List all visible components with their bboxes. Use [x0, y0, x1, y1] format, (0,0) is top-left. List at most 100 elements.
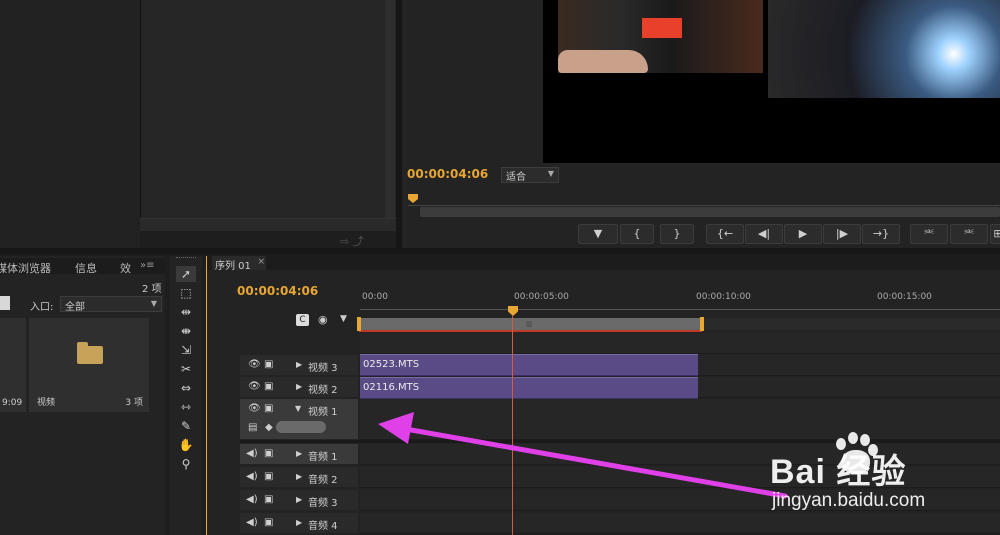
tab-sequence-01[interactable]: 序列 01 × [212, 256, 266, 272]
expand-triangle-icon[interactable]: ▶ [296, 472, 302, 481]
tab-effects[interactable]: 效 [120, 260, 131, 276]
expand-triangle-icon[interactable]: ▶ [296, 518, 302, 527]
search-box[interactable] [0, 296, 10, 310]
track-row-empty[interactable] [360, 333, 1000, 354]
eye-icon[interactable]: 👁 [248, 381, 261, 392]
program-timecode[interactable]: 00:00:04:06 [407, 167, 488, 181]
track-header-video-1[interactable]: 👁 ▣ ▼ 视频 1 ▤ ◆ [240, 399, 358, 439]
speaker-icon[interactable]: ◀) [246, 517, 258, 528]
sequence-timecode[interactable]: 00:00:04:06 [237, 284, 318, 298]
clip-video-2[interactable]: 02116.MTS [360, 377, 698, 399]
sync-lock-icon[interactable]: ▣ [264, 517, 273, 528]
video-frame [543, 0, 1000, 163]
ripple-edit-tool-icon[interactable]: ⇹ [176, 304, 196, 320]
work-area-remaining [704, 318, 1000, 330]
tools-grip[interactable] [176, 257, 196, 262]
slip-tool-icon[interactable]: ⇔ [176, 380, 196, 396]
eye-icon[interactable]: 👁 [248, 359, 261, 370]
close-icon[interactable]: × [257, 257, 265, 267]
export-frame-button[interactable]: ⊞ [990, 224, 1000, 244]
tile-count: 3 项 [125, 398, 143, 408]
step-forward-button[interactable]: |▶ [823, 224, 861, 244]
program-mini-timeline[interactable] [408, 192, 1000, 206]
snap-icon[interactable]: C [296, 314, 309, 326]
mark-in-button[interactable]: { [620, 224, 654, 244]
panel-divider-vertical[interactable] [396, 0, 402, 248]
add-marker-button[interactable]: ▼ [578, 224, 618, 244]
ruler-label-2: 00:00:10:00 [696, 292, 751, 302]
track-name: 音频 3 [308, 498, 338, 509]
dashboard-image [558, 0, 763, 73]
tab-info[interactable]: 信息 [75, 260, 97, 276]
fit-dropdown-label: 适合 [506, 172, 526, 183]
watermark-brand: Bai 经验 [770, 453, 907, 491]
track-select-tool-icon[interactable]: ⬚ [176, 285, 196, 301]
expand-triangle-icon[interactable]: ▶ [296, 495, 302, 504]
chevron-down-icon: ▼ [150, 299, 157, 308]
pen-tool-icon[interactable]: ✎ [176, 418, 196, 434]
track-header-audio-4[interactable]: ◀) ▣ ▶ 音频 4 [240, 513, 358, 533]
hand-tool-icon[interactable]: ✋ [176, 437, 196, 453]
tab-media-browser[interactable]: 媒体浏览器 [0, 260, 51, 276]
track-header-video-3[interactable]: 👁 ▣ ▶ 视频 3 [240, 355, 358, 375]
lift-button[interactable]: ⎃ [910, 224, 948, 244]
expand-triangle-icon[interactable]: ▶ [296, 449, 302, 458]
collapse-triangle-icon[interactable]: ▼ [295, 404, 301, 413]
track-row-audio-4[interactable] [360, 513, 1000, 534]
rolling-edit-tool-icon[interactable]: ⇼ [176, 323, 196, 339]
sync-lock-icon[interactable]: ▣ [264, 403, 273, 414]
watermark-url: jingyan.baidu.com [772, 490, 926, 511]
razor-tool-icon[interactable]: ✂ [176, 361, 196, 377]
sync-lock-icon[interactable]: ▣ [264, 359, 273, 370]
panel-divider[interactable] [0, 248, 1000, 254]
entry-dropdown[interactable]: 全部 ▼ [60, 296, 162, 313]
speaker-icon[interactable]: ◀) [246, 494, 258, 505]
work-area-start-handle[interactable] [357, 317, 361, 331]
project-item-tile[interactable]: 9:09 [0, 318, 26, 412]
panel-footer [140, 218, 396, 231]
play-button[interactable]: ▶ [784, 224, 822, 244]
zoom-tool-icon[interactable]: ⚲ [176, 456, 196, 472]
track-header-video-2[interactable]: 👁 ▣ ▶ 视频 2 [240, 377, 358, 397]
go-to-in-button[interactable]: {← [706, 224, 744, 244]
expand-triangle-icon[interactable]: ▶ [296, 382, 302, 391]
item-count: 2 项 [142, 284, 162, 295]
add-marker-icon[interactable]: ▼ [340, 314, 347, 324]
eye-icon[interactable]: 👁 [248, 403, 261, 414]
sync-lock-icon[interactable]: ▣ [264, 448, 273, 459]
rate-stretch-tool-icon[interactable]: ⇲ [176, 342, 196, 358]
tile-name: 视频 [37, 398, 56, 408]
chevron-down-icon: ▼ [547, 169, 554, 178]
keyframe-navigator[interactable] [276, 421, 326, 433]
sync-lock-icon[interactable]: ▣ [264, 381, 273, 392]
set-encore-marker-icon[interactable]: ◉ [318, 313, 328, 326]
fit-dropdown[interactable]: 适合 ▼ [501, 167, 559, 183]
source-panel [0, 0, 140, 248]
slide-tool-icon[interactable]: ⇿ [176, 399, 196, 415]
track-name: 视频 2 [308, 385, 338, 396]
selection-tool-icon[interactable]: ➚ [176, 266, 196, 282]
extract-button[interactable]: ⎃ [950, 224, 988, 244]
step-back-button[interactable]: ◀| [745, 224, 783, 244]
speaker-icon[interactable]: ◀) [246, 448, 258, 459]
clip-video-3[interactable]: 02523.MTS [360, 354, 698, 376]
track-header-audio-1[interactable]: ◀) ▣ ▶ 音频 1 [240, 444, 358, 464]
display-readout [642, 18, 682, 38]
track-header-audio-3[interactable]: ◀) ▣ ▶ 音频 3 [240, 490, 358, 510]
sync-lock-icon[interactable]: ▣ [264, 494, 273, 505]
go-to-out-button[interactable]: →} [862, 224, 900, 244]
program-scroll-bar[interactable] [420, 207, 1000, 217]
track-name: 音频 2 [308, 475, 338, 486]
keyframe-diamond-icon[interactable]: ◆ [265, 422, 273, 433]
panel-menu-icon[interactable]: »≡ [140, 260, 155, 271]
track-header-audio-2[interactable]: ◀) ▣ ▶ 音频 2 [240, 467, 358, 487]
panel-scrollbar[interactable] [385, 0, 395, 218]
export-icons[interactable]: ⇨ ⤴ [340, 233, 364, 249]
project-item-tile[interactable]: 视频 3 项 [29, 318, 149, 412]
annotation-arrow [378, 412, 788, 499]
sync-lock-icon[interactable]: ▣ [264, 471, 273, 482]
speaker-icon[interactable]: ◀) [246, 471, 258, 482]
expand-triangle-icon[interactable]: ▶ [296, 360, 302, 369]
mark-out-button[interactable]: } [660, 224, 694, 244]
keyframe-display-icon[interactable]: ▤ [248, 422, 257, 433]
